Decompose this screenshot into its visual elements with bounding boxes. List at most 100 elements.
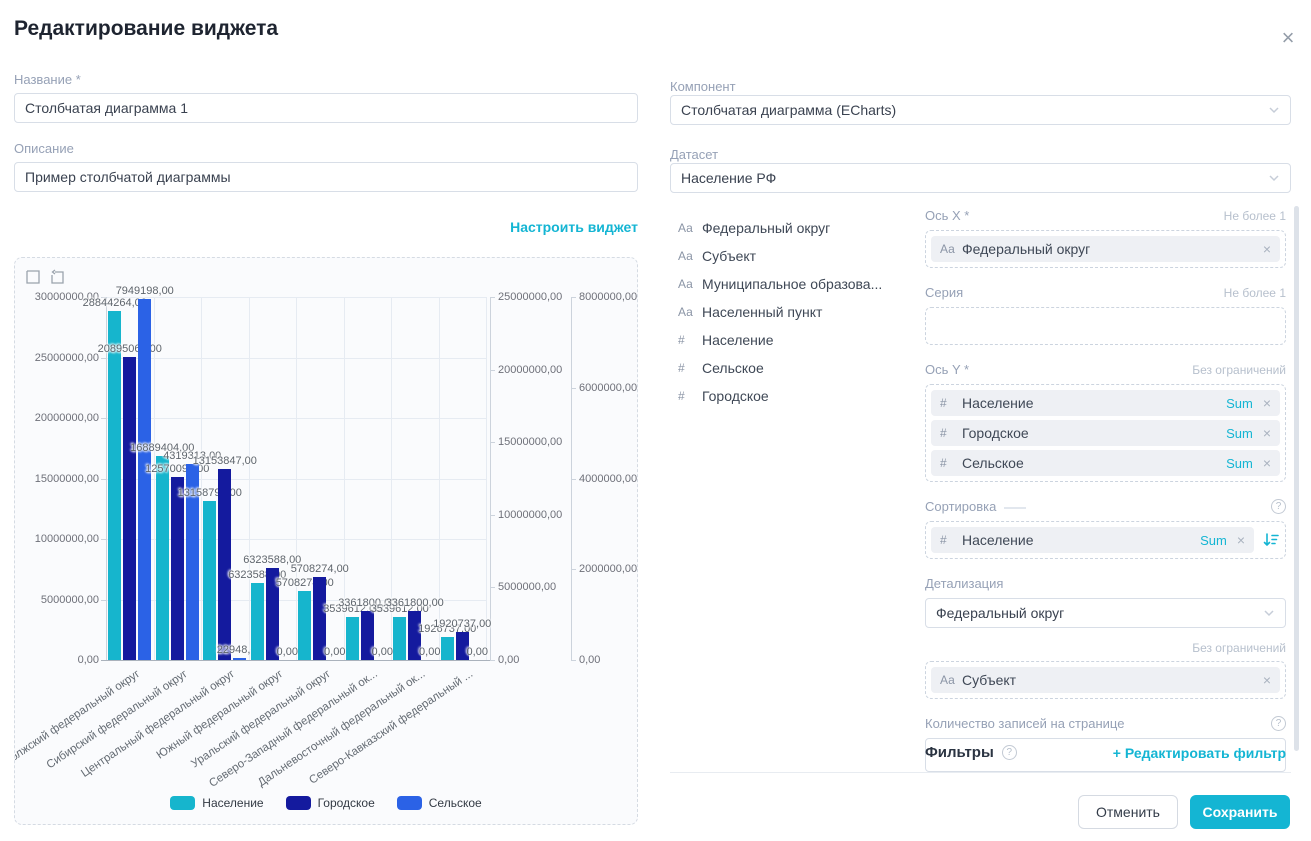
tick <box>490 370 495 371</box>
axis-y-chip[interactable]: #СельскоеSum× <box>931 450 1280 476</box>
dataset-select[interactable]: Население РФ <box>670 163 1291 193</box>
aggregation-select[interactable]: Sum <box>1226 456 1253 471</box>
series-limit: Не более 1 <box>1224 286 1286 300</box>
dataset-field-item[interactable]: #Население <box>678 326 918 354</box>
legend-item[interactable]: Городское <box>286 796 375 810</box>
legend-swatch-icon <box>170 796 195 810</box>
y2-axis-tick-label: 15000000,00 <box>498 436 562 448</box>
y3-axis-tick-label: 0,00 <box>579 654 600 666</box>
dataset-field-item[interactable]: АаФедеральный округ <box>678 214 918 242</box>
y-axis-tick-label: 25000000,00 <box>21 352 99 364</box>
component-select[interactable]: Столбчатая диаграмма (ECharts) <box>670 95 1291 125</box>
middle-axis-line <box>490 297 491 660</box>
detail-dropzone[interactable]: Аа Субъект × <box>925 661 1286 699</box>
edit-filter-link[interactable]: + Редактировать фильтр <box>1113 745 1286 761</box>
chart-legend: Население Городское Сельское <box>15 796 637 810</box>
dataset-field-item[interactable]: #Сельское <box>678 354 918 382</box>
tick <box>490 442 495 443</box>
bar-Население[interactable] <box>251 583 264 660</box>
y-axis-tick-label: 10000000,00 <box>21 533 99 545</box>
dataset-label: Датасет <box>670 147 718 162</box>
remove-chip-icon[interactable]: × <box>1263 395 1271 411</box>
bar-value-label: 28844264,00 <box>83 297 147 309</box>
tick <box>571 660 576 661</box>
detail-limit: Без ограничений <box>925 641 1286 655</box>
bar-value-label: 7949198,00 <box>116 285 174 297</box>
text-field-icon: Аа <box>678 277 702 291</box>
bar-Городское[interactable] <box>171 477 184 660</box>
dataset-field-item[interactable]: АаНаселенный пункт <box>678 298 918 326</box>
dataset-field-list: АаФедеральный округАаСубъектАаМуниципаль… <box>678 214 918 410</box>
tick <box>571 479 576 480</box>
bar-value-label: 20895066,00 <box>98 343 162 355</box>
component-value: Столбчатая диаграмма (ECharts) <box>681 102 1268 118</box>
legend-swatch-icon <box>397 796 422 810</box>
bar-value-label: 1920737,00 <box>433 618 491 630</box>
dataset-field-item[interactable]: АаСубъект <box>678 242 918 270</box>
detail-select[interactable]: Федеральный округ <box>925 598 1286 628</box>
remove-chip-icon[interactable]: × <box>1263 241 1271 257</box>
tick <box>571 569 576 570</box>
help-icon[interactable]: ? <box>1271 716 1286 731</box>
chevron-down-icon <box>1263 607 1275 619</box>
bar-Население[interactable] <box>441 637 454 660</box>
zoom-select-icon[interactable] <box>25 269 41 285</box>
configure-widget-link[interactable]: Настроить виджет <box>14 219 638 235</box>
scrollbar[interactable] <box>1294 206 1299 751</box>
gridline <box>296 297 297 660</box>
tick <box>490 660 495 661</box>
name-input[interactable] <box>14 93 638 123</box>
save-button[interactable]: Сохранить <box>1190 795 1290 829</box>
y2-axis-tick-label: 5000000,00 <box>498 581 556 593</box>
bar-Городское[interactable] <box>218 469 231 660</box>
number-field-icon: # <box>678 361 702 375</box>
bar-Сельское[interactable] <box>138 299 151 660</box>
series-dropzone[interactable] <box>925 307 1286 345</box>
remove-chip-icon[interactable]: × <box>1263 672 1271 688</box>
legend-swatch-icon <box>286 796 311 810</box>
help-icon[interactable]: ? <box>1002 745 1017 760</box>
description-label: Описание <box>14 141 74 156</box>
remove-chip-icon[interactable]: × <box>1237 532 1245 548</box>
bar-value-label: 0,00 <box>467 646 488 658</box>
bar-Население[interactable] <box>156 456 169 660</box>
axis-x-dropzone[interactable]: Аа Федеральный округ × <box>925 230 1286 268</box>
component-label: Компонент <box>670 79 736 94</box>
description-input[interactable] <box>14 162 638 192</box>
remove-chip-icon[interactable]: × <box>1263 425 1271 441</box>
gridline <box>249 297 250 660</box>
bar-Население[interactable] <box>346 617 359 660</box>
bar-Городское[interactable] <box>123 357 136 660</box>
dataset-field-item[interactable]: АаМуниципальное образова... <box>678 270 918 298</box>
y2-axis-tick-label: 20000000,00 <box>498 364 562 376</box>
dataset-field-item[interactable]: #Городское <box>678 382 918 410</box>
close-icon[interactable]: × <box>1276 26 1300 50</box>
chevron-down-icon <box>1268 172 1280 184</box>
axis-y-chip[interactable]: #НаселениеSum× <box>931 390 1280 416</box>
bar-Население[interactable] <box>108 311 121 660</box>
edit-widget-modal: Редактирование виджета × Название * Опис… <box>0 0 1311 841</box>
help-icon[interactable]: ? <box>1271 499 1286 514</box>
bar-Население[interactable] <box>298 591 311 660</box>
zoom-reset-icon[interactable] <box>49 269 65 285</box>
tick <box>571 388 576 389</box>
axis-y-dropzone[interactable]: #НаселениеSum×#ГородскоеSum×#СельскоеSum… <box>925 384 1286 482</box>
aggregation-select[interactable]: Sum <box>1226 426 1253 441</box>
bar-Сельское[interactable] <box>233 658 246 660</box>
sort-desc-icon[interactable] <box>1262 531 1280 549</box>
axis-y-limit: Без ограничений <box>1192 363 1286 377</box>
cancel-button[interactable]: Отменить <box>1078 795 1178 829</box>
detail-value: Федеральный округ <box>936 605 1263 621</box>
y2-axis-tick-label: 0,00 <box>498 654 519 666</box>
legend-item[interactable]: Сельское <box>397 796 482 810</box>
y3-axis-tick-label: 2000000,00 <box>579 563 637 575</box>
bar-Население[interactable] <box>393 617 406 660</box>
aggregation-select[interactable]: Sum <box>1226 396 1253 411</box>
y-axis-tick-label: 0,00 <box>21 654 99 666</box>
remove-chip-icon[interactable]: × <box>1263 455 1271 471</box>
bar-Население[interactable] <box>203 501 216 660</box>
legend-item[interactable]: Население <box>170 796 263 810</box>
aggregation-select[interactable]: Sum <box>1200 533 1227 548</box>
sorting-dropzone[interactable]: # Население Sum × <box>925 521 1286 559</box>
axis-y-chip[interactable]: #ГородскоеSum× <box>931 420 1280 446</box>
